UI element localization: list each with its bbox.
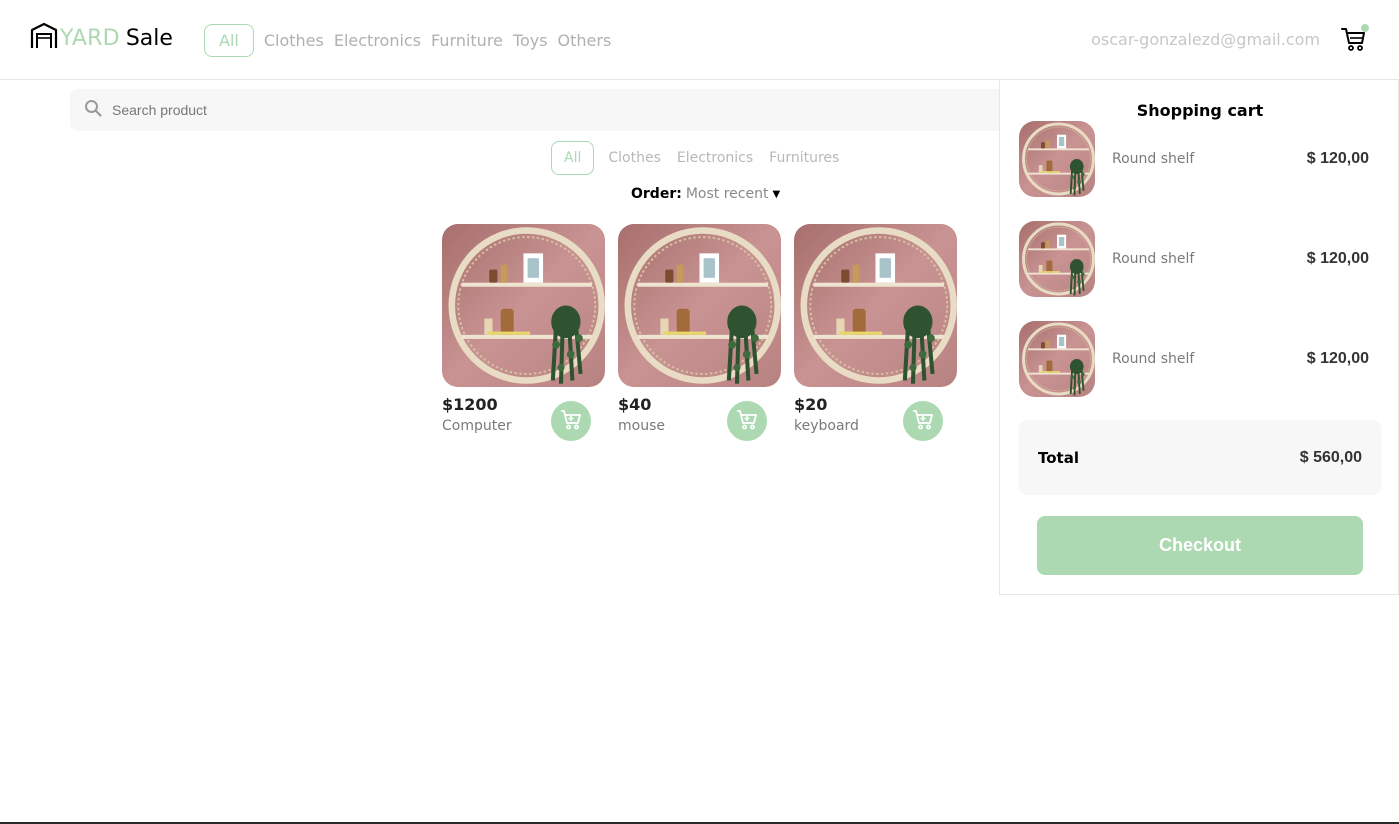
cart-total: Total $ 560,00 xyxy=(1019,420,1381,495)
product-card[interactable]: $20 keyboard xyxy=(794,224,957,445)
navbar: YARD Sale All Clothes Electronics Furnit… xyxy=(0,0,1399,80)
product-card[interactable]: $40 mouse xyxy=(618,224,781,445)
nav-category-all[interactable]: All xyxy=(204,24,254,57)
add-to-cart-icon xyxy=(559,407,583,435)
cart-item-image xyxy=(1019,221,1095,297)
total-label: Total xyxy=(1038,448,1079,467)
product-info: $20 keyboard xyxy=(794,395,957,445)
add-to-cart-icon xyxy=(735,407,759,435)
product-grid: $1200 Computer $40 mouse $20 keyboard xyxy=(442,224,957,445)
cart-item-price: $ 120,00 xyxy=(1306,350,1369,367)
filter-tabs: All Clothes Electronics Furnitures xyxy=(551,141,841,175)
logo-text-sale: Sale xyxy=(125,25,173,51)
shopping-cart-panel: Shopping cart Round shelf $ 120,00 Round… xyxy=(999,79,1399,595)
cart-item[interactable]: Round shelf $ 120,00 xyxy=(1019,221,1369,297)
logo[interactable]: YARD Sale xyxy=(30,22,173,54)
add-to-cart-button[interactable] xyxy=(903,401,943,441)
search-icon xyxy=(84,99,102,121)
add-to-cart-button[interactable] xyxy=(551,401,591,441)
user-email[interactable]: oscar-gonzalezd@gmail.com xyxy=(1091,30,1320,49)
logo-text-yard: YARD xyxy=(60,25,120,51)
cart-item[interactable]: Round shelf $ 120,00 xyxy=(1019,121,1369,197)
product-info: $1200 Computer xyxy=(442,395,605,445)
cart-button[interactable] xyxy=(1341,24,1369,52)
chevron-down-icon[interactable]: ▼ xyxy=(772,189,780,200)
nav-category-toys[interactable]: Toys xyxy=(513,31,548,50)
cart-item-name: Round shelf xyxy=(1112,151,1195,167)
cart-item-image xyxy=(1019,121,1095,197)
cart-item-price: $ 120,00 xyxy=(1306,150,1369,167)
product-image[interactable] xyxy=(442,224,605,387)
cart-item-price: $ 120,00 xyxy=(1306,250,1369,267)
cart-notification-dot xyxy=(1361,24,1369,32)
add-to-cart-icon xyxy=(911,407,935,435)
filter-tab-clothes[interactable]: Clothes xyxy=(606,150,663,166)
order-selector[interactable]: Order: Most recent ▼ xyxy=(631,186,780,202)
filter-tab-all[interactable]: All xyxy=(551,141,595,175)
total-value: $ 560,00 xyxy=(1299,448,1362,466)
cart-item-name: Round shelf xyxy=(1112,251,1195,267)
search-input[interactable] xyxy=(112,102,912,118)
order-label: Order: xyxy=(631,186,682,202)
order-value[interactable]: Most recent xyxy=(686,186,769,202)
product-image[interactable] xyxy=(618,224,781,387)
nav-categories: All Clothes Electronics Furniture Toys O… xyxy=(204,24,611,57)
add-to-cart-button[interactable] xyxy=(727,401,767,441)
cart-item-name: Round shelf xyxy=(1112,351,1195,367)
product-image[interactable] xyxy=(794,224,957,387)
search-bar xyxy=(70,89,1020,131)
nav-category-electronics[interactable]: Electronics xyxy=(334,31,421,50)
cart-title: Shopping cart xyxy=(1136,101,1264,120)
cart-item[interactable]: Round shelf $ 120,00 xyxy=(1019,321,1369,397)
checkout-button[interactable]: Checkout xyxy=(1037,516,1363,575)
nav-category-furniture[interactable]: Furniture xyxy=(431,31,503,50)
garage-icon xyxy=(30,22,58,54)
shopping-cart-icon xyxy=(1341,28,1367,56)
filter-tab-electronics[interactable]: Electronics xyxy=(675,150,755,166)
cart-item-image xyxy=(1019,321,1095,397)
nav-category-clothes[interactable]: Clothes xyxy=(264,31,324,50)
nav-category-others[interactable]: Others xyxy=(558,31,612,50)
product-card[interactable]: $1200 Computer xyxy=(442,224,605,445)
product-info: $40 mouse xyxy=(618,395,781,445)
filter-tab-furnitures[interactable]: Furnitures xyxy=(767,150,841,166)
